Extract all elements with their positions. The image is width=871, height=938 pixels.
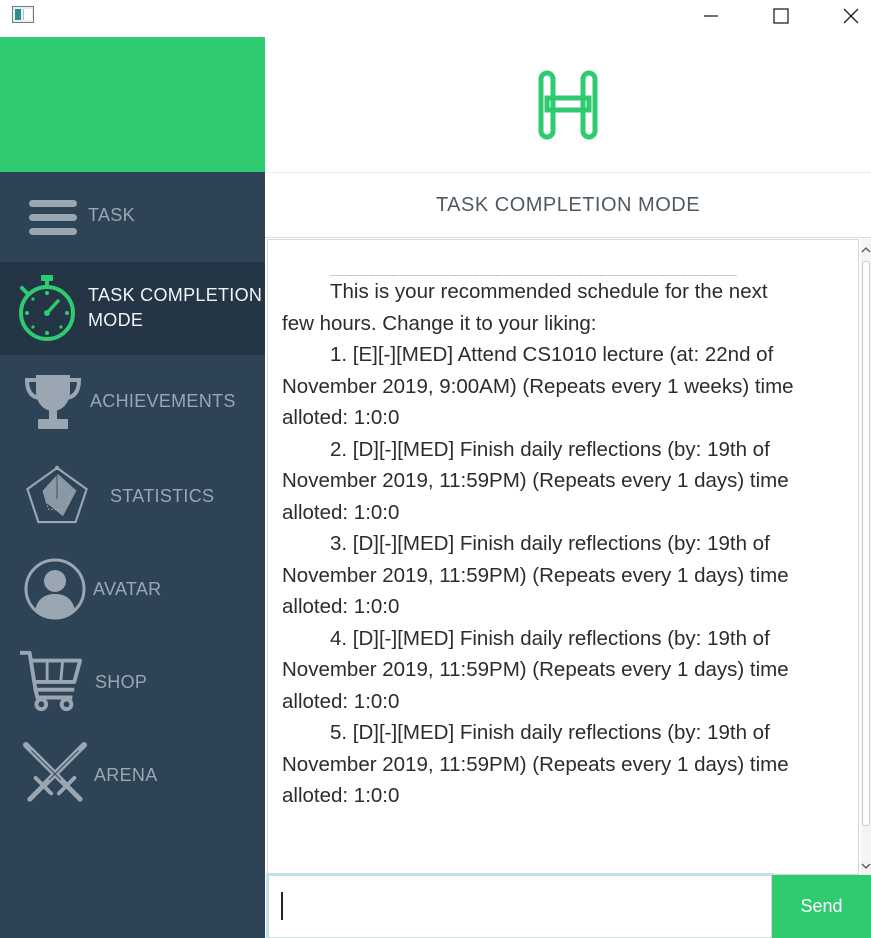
chat-line: 3. [D][-][MED] Finish daily reflections … bbox=[330, 532, 770, 555]
sidebar-item-label: ARENA bbox=[94, 765, 158, 785]
sidebar-item-label: TASK bbox=[88, 205, 135, 225]
radar-chart-icon bbox=[24, 462, 90, 528]
stopwatch-icon bbox=[14, 275, 80, 341]
chat-line: 2. [D][-][MED] Finish daily reflections … bbox=[330, 437, 770, 461]
sidebar-item-label-line1: TASK COMPLETION bbox=[88, 285, 263, 305]
command-input[interactable] bbox=[266, 873, 774, 938]
crossed-swords-icon bbox=[22, 741, 88, 807]
sidebar-item-label: SHOP bbox=[95, 672, 148, 692]
page-title: TASK COMPLETION MODE bbox=[435, 193, 701, 216]
trophy-icon bbox=[20, 369, 86, 435]
sidebar-item-label: STATISTICS bbox=[110, 486, 215, 506]
sidebar-item-avatar[interactable]: AVATAR bbox=[0, 543, 265, 636]
sidebar-item-task[interactable]: TASK bbox=[0, 172, 265, 265]
command-input-row: Send bbox=[265, 873, 871, 938]
app-icon bbox=[12, 6, 34, 23]
chat-scrollbar[interactable] bbox=[861, 239, 871, 875]
user-avatar-icon bbox=[22, 556, 88, 622]
sidebar-item-statistics[interactable]: STATISTICS bbox=[0, 450, 265, 543]
sidebar-item-label: TASK COMPLETION MODE bbox=[88, 283, 262, 333]
chat-line: alloted: 1:0:0 bbox=[282, 406, 400, 429]
chat-line: This is your recommended schedule for th… bbox=[330, 280, 768, 303]
chat-line: alloted: 1:0:0 bbox=[282, 500, 400, 524]
chat-line: 4. [D][-][MED] Finish daily reflections … bbox=[330, 626, 770, 650]
shopping-cart-icon bbox=[18, 648, 84, 714]
logo-area bbox=[265, 37, 871, 172]
close-button[interactable] bbox=[816, 0, 871, 32]
maximize-button[interactable] bbox=[746, 0, 816, 32]
chat-line: November 2019, 9:00AM) (Repeats every 1 … bbox=[282, 374, 794, 398]
scroll-up-icon[interactable] bbox=[861, 243, 871, 257]
scroll-down-icon[interactable] bbox=[861, 859, 871, 873]
send-button[interactable]: Send bbox=[772, 875, 871, 938]
title-bar bbox=[0, 0, 871, 37]
chat-line: 1. [E][-][MED] Attend CS1010 lecture (at… bbox=[330, 343, 774, 366]
mode-header: TASK COMPLETION MODE bbox=[265, 172, 871, 238]
chat-line: alloted: 1:0:0 bbox=[282, 689, 400, 713]
minimize-icon bbox=[704, 15, 718, 17]
chat-line: November 2019, 11:59PM) (Repeats every 1… bbox=[282, 752, 789, 776]
sidebar-item-task-completion-mode[interactable]: TASK COMPLETION MODE bbox=[0, 262, 265, 355]
menu-icon bbox=[20, 185, 86, 251]
minimize-button[interactable] bbox=[676, 0, 746, 32]
sidebar-item-label: AVATAR bbox=[93, 579, 162, 599]
chat-output: _______________________________________ … bbox=[267, 239, 859, 875]
sidebar-item-shop[interactable]: SHOP bbox=[0, 636, 265, 729]
scroll-thumb[interactable] bbox=[862, 261, 870, 826]
h-logo-icon bbox=[538, 70, 598, 139]
chat-line: November 2019, 11:59PM) (Repeats every 1… bbox=[282, 469, 789, 492]
sidebar-item-label-line2: MODE bbox=[88, 310, 144, 330]
chat-line: 5. [D][-][MED] Finish daily reflections … bbox=[330, 721, 770, 744]
chat-message: _______________________________________ … bbox=[282, 258, 842, 812]
maximize-icon bbox=[773, 8, 789, 24]
main-panel: TASK COMPLETION MODE ___________________… bbox=[265, 37, 871, 938]
chat-line: alloted: 1:0:0 bbox=[282, 595, 400, 618]
sidebar: TASK TASK COMPLETION MODE ACHIEVEMENTS S… bbox=[0, 37, 265, 938]
sidebar-header bbox=[0, 37, 265, 172]
chat-line: alloted: 1:0:0 bbox=[282, 784, 400, 807]
sidebar-item-label: ACHIEVEMENTS bbox=[90, 391, 236, 411]
close-icon bbox=[843, 8, 859, 24]
sidebar-item-arena[interactable]: ARENA bbox=[0, 729, 265, 822]
chat-line: few hours. Change it to your liking: bbox=[282, 311, 597, 335]
text-caret bbox=[281, 892, 283, 920]
chat-line: November 2019, 11:59PM) (Repeats every 1… bbox=[282, 563, 789, 587]
divider-line: _______________________________________ bbox=[330, 258, 737, 276]
divider-line: _______________________________________ bbox=[330, 859, 726, 875]
chat-line: November 2019, 11:59PM) (Repeats every 1… bbox=[282, 658, 789, 681]
sidebar-item-achievements[interactable]: ACHIEVEMENTS bbox=[0, 355, 265, 448]
